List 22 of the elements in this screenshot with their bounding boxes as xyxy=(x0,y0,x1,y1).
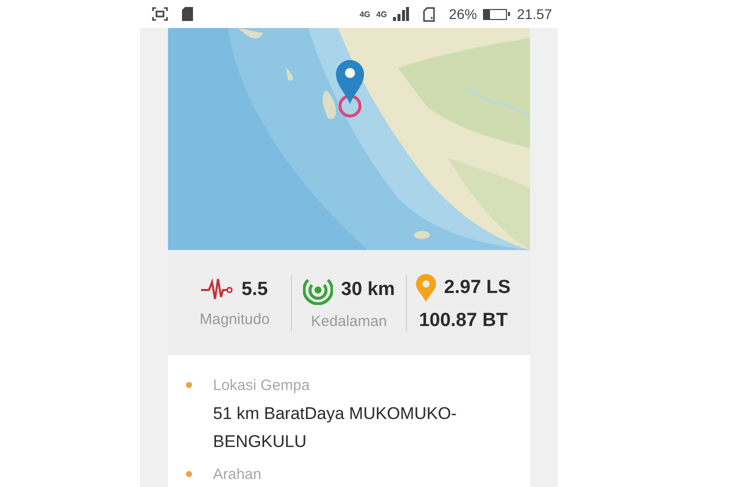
battery-percentage: 26% xyxy=(448,6,477,22)
screenshot-icon xyxy=(152,7,168,21)
sd-card-icon xyxy=(182,7,193,21)
map-pin-icon xyxy=(335,58,365,118)
location-pin-icon xyxy=(416,274,436,302)
stat-value: 100.87 BT xyxy=(418,310,508,332)
network-label: 4G xyxy=(360,10,370,18)
detail-label: Lokasi Gempa xyxy=(213,377,311,394)
signal-icon xyxy=(392,7,409,21)
sim-card-icon xyxy=(422,6,435,22)
battery-icon xyxy=(482,8,507,20)
detail-label: Arahan xyxy=(213,466,262,483)
network-label: 4G xyxy=(376,10,387,18)
bullet-icon xyxy=(186,382,192,388)
clock: 21.57 xyxy=(516,6,552,22)
stat-value: 30 km xyxy=(341,279,395,301)
stat-value: 5.5 xyxy=(241,279,268,301)
detail-value: 51 km BaratDaya MUKOMUKO-BENGKULU xyxy=(213,403,458,453)
bullet-icon xyxy=(186,471,192,477)
stat-value: 2.97 LS xyxy=(444,276,511,298)
stat-label: Kedalaman xyxy=(311,313,387,330)
stat-label: Magnitudo xyxy=(200,311,270,328)
